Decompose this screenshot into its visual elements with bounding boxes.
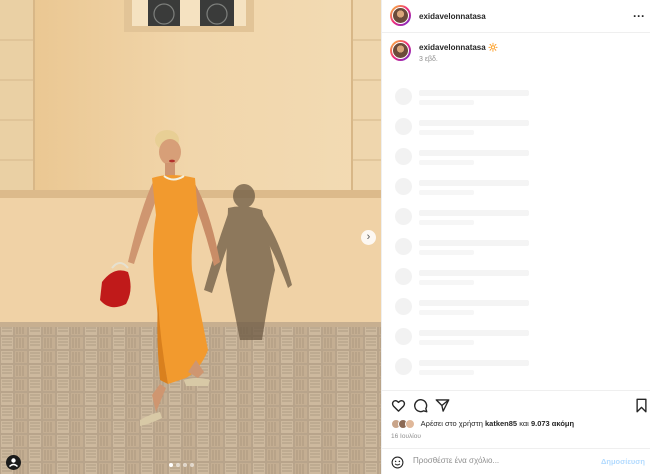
post-date[interactable]: 16 Ιουλίου [391,433,421,440]
heart-icon[interactable] [391,398,406,413]
user-tag-icon [9,458,18,468]
post-image[interactable]: › [0,0,381,474]
caption-emoji: 🔆 [487,43,498,52]
caption-time[interactable]: 3 εβδ. [419,56,438,63]
chevron-right-icon: › [366,231,371,243]
post-header: exidavelonnatasa ··· [382,0,650,33]
comment-bar: Προσθέστε ένα σχόλιο... Δημοσίευση [382,448,650,475]
comment-icon[interactable] [413,398,428,413]
carousel-dot [169,463,173,467]
carousel-indicator [169,463,194,467]
post-side-panel: exidavelonnatasa ··· exidavelonnatasa 🔆 … [381,0,650,474]
likes-user[interactable]: katken85 [485,419,517,428]
caption-username[interactable]: exidavelonnatasa [419,43,486,52]
carousel-dot [183,463,187,467]
likes-summary: Αρέσει στο χρήστη katken85 και 9.073 ακό… [391,419,574,430]
more-options-icon[interactable]: ··· [633,9,645,23]
tagged-users-button[interactable] [6,455,21,470]
carousel-dot [176,463,180,467]
post-photo-scene [0,0,381,474]
carousel-dot [190,463,194,467]
likes-count[interactable]: 9.073 ακόμη [531,419,574,428]
bookmark-icon[interactable] [634,398,649,413]
likes-prefix: Αρέσει στο χρήστη [420,419,483,428]
avatar[interactable] [390,5,411,26]
post-actions [382,390,650,421]
header-username[interactable]: exidavelonnatasa [419,12,486,21]
caption-avatar[interactable] [390,40,411,61]
caption-username-line: exidavelonnatasa 🔆 [419,43,498,52]
comment-input[interactable]: Προσθέστε ένα σχόλιο... [413,456,573,465]
next-slide-button[interactable]: › [361,230,376,245]
post-comment-button[interactable]: Δημοσίευση [601,457,645,466]
share-icon[interactable] [435,398,450,413]
likes-middle: και [519,419,529,428]
liker-avatar [405,419,415,430]
emoji-icon[interactable] [391,456,404,469]
